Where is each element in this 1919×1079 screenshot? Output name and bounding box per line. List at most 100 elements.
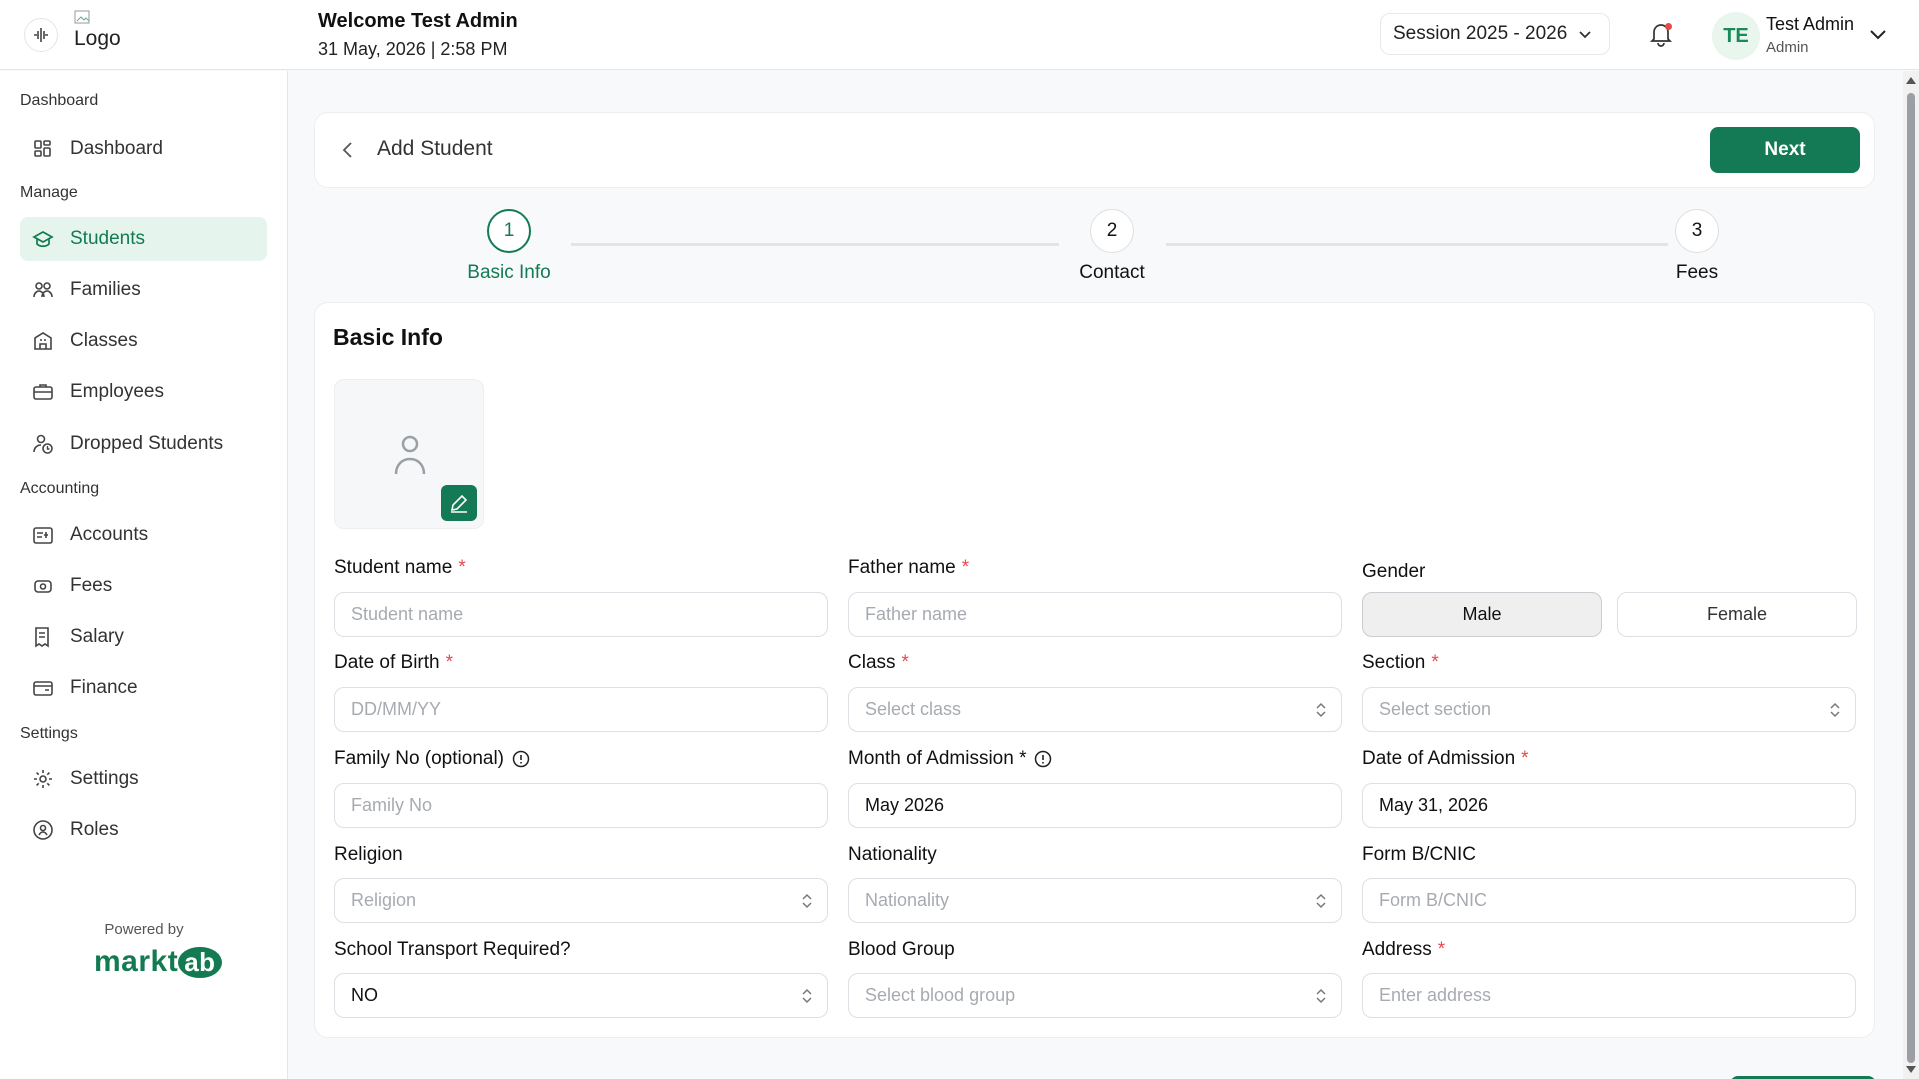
wallet-icon: [32, 677, 54, 699]
avatar[interactable]: TE: [1712, 12, 1760, 60]
sidebar-item-families[interactable]: Families: [20, 268, 267, 312]
father-name-input[interactable]: Father name: [848, 592, 1342, 637]
edit-photo-button[interactable]: [441, 485, 477, 521]
blood-group-select-value: Select blood group: [865, 985, 1016, 1005]
label-text: Father name: [848, 557, 956, 578]
gender-label: Gender: [1362, 561, 1426, 582]
label-text: Class: [848, 652, 896, 673]
page-header-card: Add Student Next: [314, 112, 1875, 188]
sidebar-section-manage: Manage: [20, 184, 78, 201]
step-3[interactable]: 3: [1675, 209, 1719, 253]
label-text: Date of Birth: [334, 652, 440, 673]
family-no-label: Family No (optional): [334, 748, 530, 770]
date-admission-label: Date of Admission *: [1362, 748, 1529, 770]
step-1[interactable]: 1: [487, 209, 531, 253]
sidebar-section-settings: Settings: [20, 725, 78, 742]
sidebar-item-fees[interactable]: Fees: [20, 564, 267, 608]
label-text: Address: [1362, 939, 1432, 960]
sidebar-item-label: Students: [70, 228, 145, 249]
class-select[interactable]: Select class: [848, 687, 1342, 732]
user-placeholder-icon: [394, 435, 426, 475]
info-icon[interactable]: [1034, 750, 1052, 768]
updown-chevron-icon: [802, 988, 812, 1004]
sidebar-item-employees[interactable]: Employees: [20, 370, 267, 414]
brand-badge: ab: [178, 947, 222, 978]
student-name-input[interactable]: Student name: [334, 592, 828, 637]
page-scrollbar[interactable]: [1903, 71, 1919, 1079]
form-b-label: Form B/CNIC: [1362, 844, 1476, 865]
religion-label: Religion: [334, 844, 403, 865]
dob-label: Date of Birth *: [334, 652, 453, 674]
dob-input[interactable]: DD/MM/YY: [334, 687, 828, 732]
blood-group-label: Blood Group: [848, 939, 955, 960]
address-input[interactable]: Enter address: [1362, 973, 1856, 1018]
grid-icon: [32, 138, 54, 160]
blood-group-select[interactable]: Select blood group: [848, 973, 1342, 1018]
money-icon: [32, 575, 54, 597]
step-2-label: Contact: [1079, 262, 1145, 283]
scroll-up-arrow-icon[interactable]: [1906, 77, 1916, 84]
session-select[interactable]: Session 2025 - 2026: [1380, 13, 1610, 55]
sidebar-item-label: Finance: [70, 677, 138, 698]
class-label: Class *: [848, 652, 909, 674]
religion-select[interactable]: Religion: [334, 878, 828, 923]
collapse-sidebar-button[interactable]: [24, 18, 58, 52]
step-1-label: Basic Info: [467, 262, 551, 283]
sidebar-item-roles[interactable]: Roles: [20, 808, 267, 852]
graduation-cap-icon: [32, 228, 54, 250]
scroll-down-arrow-icon[interactable]: [1906, 1066, 1916, 1073]
sidebar-section-dashboard: Dashboard: [20, 92, 99, 109]
briefcase-icon: [32, 381, 54, 403]
nationality-select[interactable]: Nationality: [848, 878, 1342, 923]
required-mark: *: [458, 557, 466, 578]
current-datetime: 31 May, 2026 | 2:58 PM: [318, 39, 508, 59]
gender-male-button[interactable]: Male: [1362, 592, 1602, 637]
sidebar-item-settings[interactable]: Settings: [20, 757, 267, 801]
sidebar-item-label: Salary: [70, 626, 124, 647]
family-no-input[interactable]: Family No: [334, 783, 828, 828]
sidebar-item-dropped-students[interactable]: Dropped Students: [20, 422, 267, 466]
gear-icon: [32, 768, 54, 790]
section-select[interactable]: Select section: [1362, 687, 1856, 732]
sidebar-item-accounts[interactable]: Accounts: [20, 513, 267, 557]
basic-info-card: [314, 302, 1875, 1038]
transport-select[interactable]: NO: [334, 973, 828, 1018]
back-button[interactable]: [337, 137, 359, 168]
sidebar-item-salary[interactable]: Salary: [20, 615, 267, 659]
required-mark: *: [961, 557, 970, 578]
pencil-icon: [450, 494, 468, 513]
welcome-block: Welcome Test Admin 31 May, 2026 | 2:58 P…: [318, 10, 518, 60]
users-icon: [32, 279, 54, 301]
required-mark: *: [901, 652, 909, 673]
user-menu-chevron-icon[interactable]: [1868, 24, 1888, 44]
sidebar-item-classes[interactable]: Classes: [20, 319, 267, 363]
sidebar-item-dashboard[interactable]: Dashboard: [20, 127, 267, 171]
user-clock-icon: [32, 433, 54, 455]
page-title: Add Student: [377, 137, 493, 160]
step-2[interactable]: 2: [1090, 209, 1134, 253]
date-admission-input[interactable]: May 31, 2026: [1362, 783, 1856, 828]
month-admission-label: Month of Admission *: [848, 748, 1052, 770]
label-text: Date of Admission: [1362, 748, 1516, 769]
notifications-button[interactable]: [1648, 20, 1674, 48]
sidebar-item-label: Dashboard: [70, 138, 163, 159]
scrollbar-thumb[interactable]: [1907, 93, 1915, 1063]
sidebar-item-label: Roles: [70, 819, 119, 840]
sidebar-item-label: Accounts: [70, 524, 149, 545]
notification-dot: [1665, 23, 1672, 30]
sidebar-item-finance[interactable]: Finance: [20, 666, 267, 710]
required-mark: *: [1431, 652, 1439, 673]
sidebar-item-label: Fees: [70, 575, 113, 596]
sidebar-item-students[interactable]: Students: [20, 217, 267, 261]
form-b-input[interactable]: Form B/CNIC: [1362, 878, 1856, 923]
class-select-value: Select class: [865, 699, 962, 719]
sidebar-item-label: Employees: [70, 381, 164, 402]
info-icon[interactable]: [512, 750, 530, 768]
photo-upload[interactable]: [334, 379, 484, 529]
label-text: Family No (optional): [334, 748, 504, 769]
month-admission-input[interactable]: May 2026: [848, 783, 1342, 828]
next-button[interactable]: Next: [1710, 127, 1860, 173]
user-name: Test Admin: [1766, 14, 1855, 34]
updown-chevron-icon: [1316, 988, 1326, 1004]
gender-female-button[interactable]: Female: [1617, 592, 1857, 637]
